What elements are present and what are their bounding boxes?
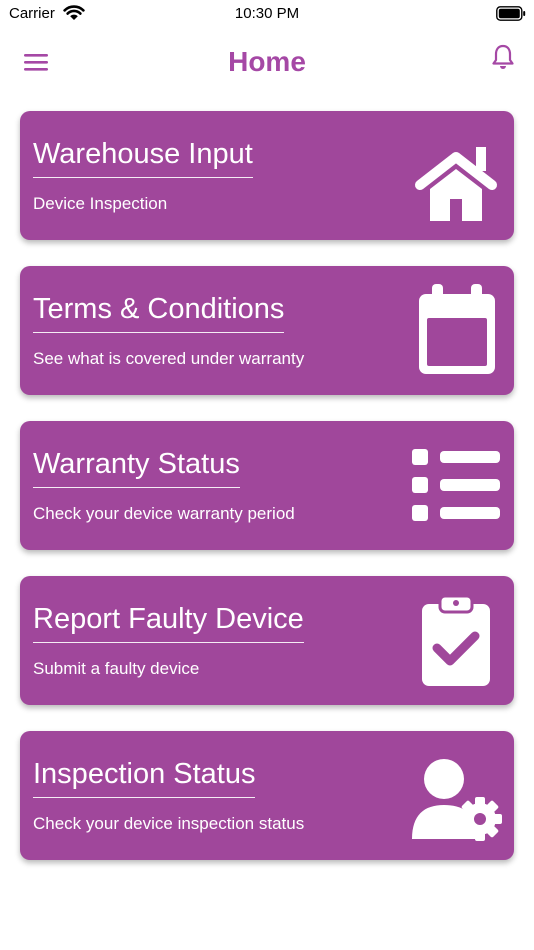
card-title: Inspection Status — [33, 757, 256, 798]
card-subtitle: Check your device warranty period — [33, 504, 295, 523]
status-bar: Carrier 10:30 PM — [0, 0, 534, 30]
home-card-list: Warehouse Input Device Inspection Terms … — [20, 111, 514, 886]
nav-bar: Home — [0, 38, 534, 88]
clipboard-check-icon — [422, 594, 490, 686]
list-icon — [412, 449, 500, 521]
inspection-status-card[interactable]: Inspection Status Check your device insp… — [20, 731, 514, 860]
warranty-status-card[interactable]: Warranty Status Check your device warran… — [20, 421, 514, 550]
card-subtitle: Submit a faulty device — [33, 659, 200, 678]
card-title: Terms & Conditions — [33, 292, 285, 333]
card-title: Report Faulty Device — [33, 602, 304, 643]
status-time: 10:30 PM — [234, 5, 300, 22]
bell-icon[interactable] — [492, 44, 514, 70]
card-subtitle: Check your device inspection status — [33, 814, 305, 833]
home-icon — [415, 147, 497, 221]
terms-conditions-card[interactable]: Terms & Conditions See what is covered u… — [20, 266, 514, 395]
calendar-icon — [419, 284, 495, 374]
battery-icon — [496, 6, 526, 21]
card-subtitle: Device Inspection — [33, 194, 168, 213]
card-title: Warranty Status — [33, 447, 240, 488]
card-title: Warehouse Input — [33, 137, 253, 178]
user-gear-icon — [412, 759, 502, 841]
warehouse-input-card[interactable]: Warehouse Input Device Inspection — [20, 111, 514, 240]
report-faulty-device-card[interactable]: Report Faulty Device Submit a faulty dev… — [20, 576, 514, 705]
card-subtitle: See what is covered under warranty — [33, 349, 305, 368]
page-title: Home — [228, 46, 306, 77]
